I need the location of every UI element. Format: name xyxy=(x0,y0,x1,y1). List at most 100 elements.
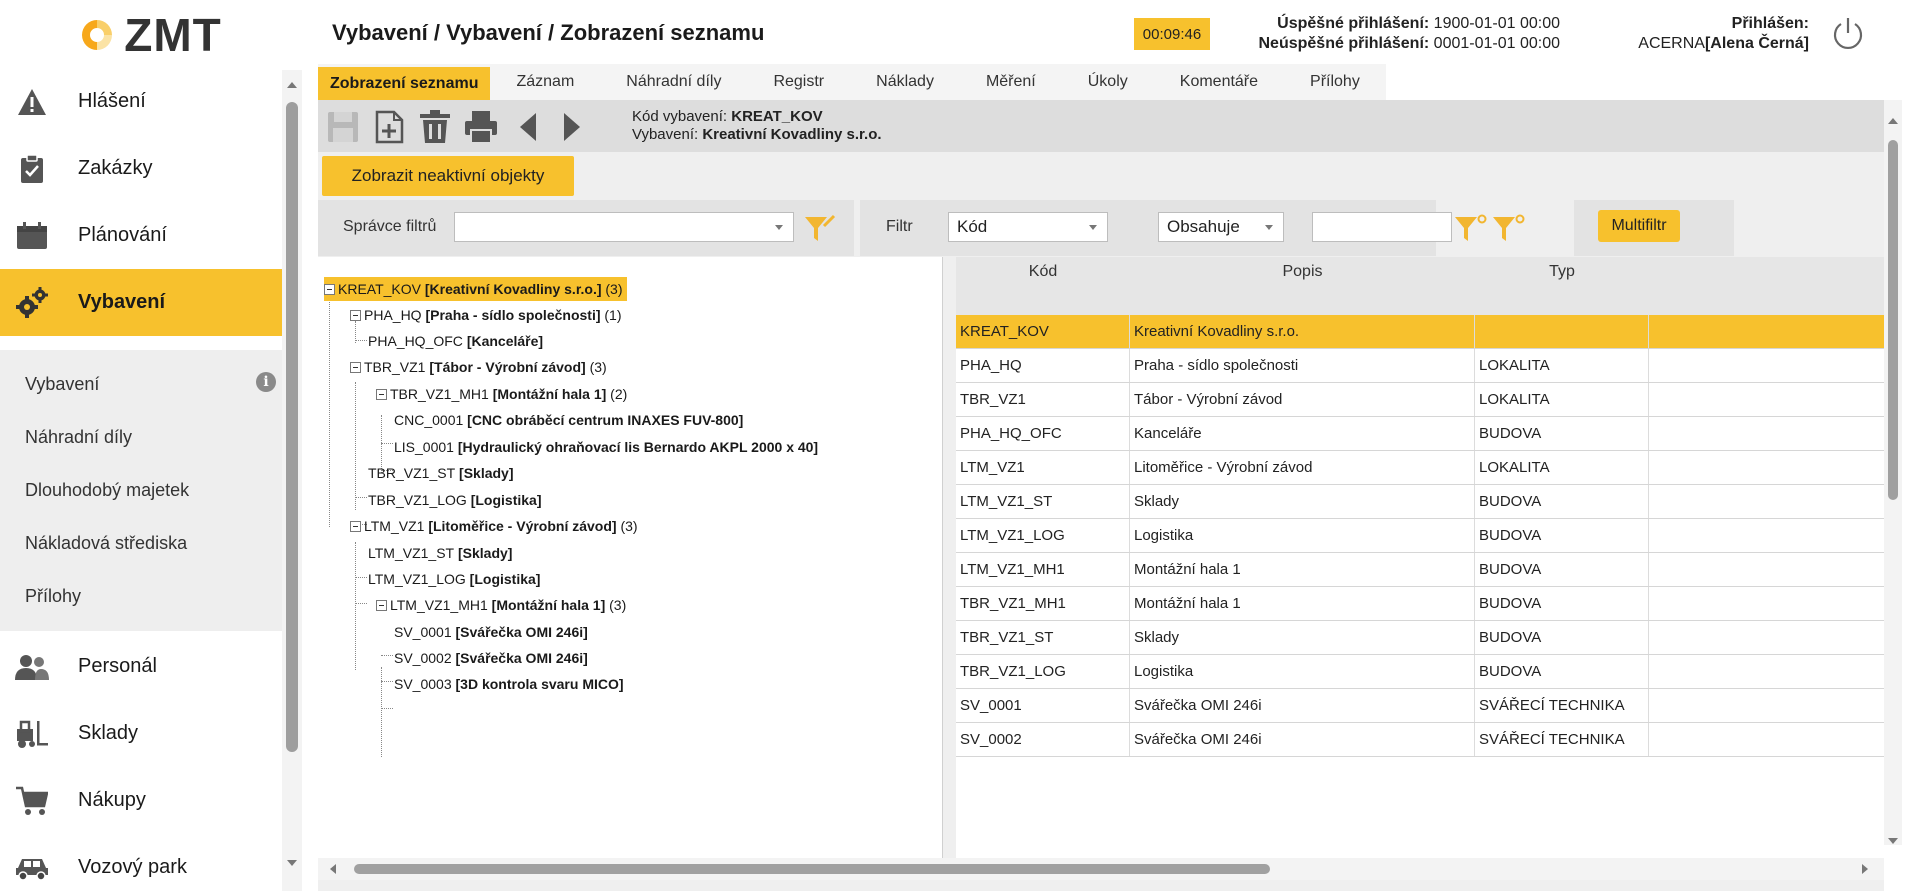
sidebar-item-sklady[interactable]: Sklady xyxy=(0,700,282,767)
sidebar-scroll-thumb[interactable] xyxy=(286,102,298,752)
filter-manager-select[interactable] xyxy=(454,212,794,242)
table-row[interactable]: LTM_VZ1_LOG Logistika BUDOVA xyxy=(956,519,1884,553)
tree-node[interactable]: LTM_VZ1_LOG [Logistika] xyxy=(368,567,540,591)
tree-node[interactable]: TBR_VZ1_LOG [Logistika] xyxy=(368,488,542,512)
tree-node[interactable]: TBR_VZ1 [Tábor - Výrobní závod] (3) xyxy=(350,355,607,379)
table-row[interactable]: TBR_VZ1_LOG Logistika BUDOVA xyxy=(956,655,1884,689)
clear-filter-icon[interactable] xyxy=(1492,214,1526,244)
filter-icon[interactable] xyxy=(804,214,836,244)
table-row[interactable]: LTM_VZ1_ST Sklady BUDOVA xyxy=(956,485,1884,519)
scroll-up-icon[interactable] xyxy=(1888,118,1898,124)
vertical-scroll-thumb[interactable] xyxy=(1888,140,1898,500)
collapse-icon[interactable] xyxy=(350,309,361,321)
table-row[interactable]: KREAT_KOV Kreativní Kovadliny s.r.o. xyxy=(956,315,1884,349)
tree-node[interactable]: LTM_VZ1_MH1 [Montážní hala 1] (3) xyxy=(376,593,626,617)
sidebar-item-zakazky[interactable]: Zakázky xyxy=(0,135,282,202)
table-row[interactable]: LTM_VZ1 Litoměřice - Výrobní závod LOKALIT… xyxy=(956,451,1884,485)
tree-node[interactable]: PHA_HQ [Praha - sídlo společnosti] (1) xyxy=(350,303,622,327)
header: Vybavení / Vybavení / Zobrazení seznamu … xyxy=(302,0,1920,64)
table-row[interactable]: SV_0002 Svářečka OMI 246i SVÁŘECÍ TECHNIKA xyxy=(956,723,1884,757)
tab-naklady[interactable]: Náklady xyxy=(850,64,960,100)
data-grid: Kód Popis Typ KREAT_KOV Kreativní Kovadli… xyxy=(956,257,1884,873)
table-row[interactable]: TBR_VZ1 Tábor - Výrobní závod LOKALITA xyxy=(956,383,1884,417)
tree-node[interactable]: LTM_VZ1 [Litoměřice - Výrobní závod] (3) xyxy=(350,514,638,538)
table-row[interactable]: LTM_VZ1_MH1 Montážní hala 1 BUDOVA xyxy=(956,553,1884,587)
tree-node[interactable]: KREAT_KOV [Kreativní Kovadliny s.r.o.] (… xyxy=(324,277,627,301)
tab-prilohy[interactable]: Přílohy xyxy=(1284,64,1386,100)
column-header-popis[interactable]: Popis xyxy=(1130,263,1475,281)
next-icon[interactable] xyxy=(554,110,588,144)
sidebar-item-hlaseni[interactable]: Hlášení xyxy=(0,68,282,135)
tree-node-name: [Sklady] xyxy=(458,545,513,561)
submenu-item-vybaveni[interactable]: Vybavení i xyxy=(0,358,282,411)
gears-icon xyxy=(12,283,52,323)
sidebar-item-vozovy-park[interactable]: Vozový park xyxy=(0,834,282,891)
add-document-icon[interactable] xyxy=(372,110,406,144)
tree-node[interactable]: SV_0001 [Svářečka OMI 246i] xyxy=(394,620,588,644)
table-cell: TBR_VZ1_ST xyxy=(956,621,1130,654)
table-row[interactable]: SV_0001 Svářečka OMI 246i SVÁŘECÍ TECHNIKA xyxy=(956,689,1884,723)
submenu-item-prilohy[interactable]: Přílohy xyxy=(0,570,282,623)
scroll-left-icon[interactable] xyxy=(330,864,336,874)
show-inactive-button[interactable]: Zobrazit neaktivní objekty xyxy=(322,156,574,196)
delete-icon[interactable] xyxy=(418,110,452,144)
tab-registr[interactable]: Registr xyxy=(747,64,850,100)
tree-node[interactable]: SV_0003 [3D kontrola svaru MICO] xyxy=(394,672,624,696)
sidebar-item-planovani[interactable]: Plánování xyxy=(0,202,282,269)
tree-node[interactable]: LIS_0001 [Hydraulický ohraňovací lis Ber… xyxy=(394,435,818,459)
previous-icon[interactable] xyxy=(512,110,546,144)
tree-node[interactable]: TBR_VZ1_MH1 [Montážní hala 1] (2) xyxy=(376,382,627,406)
table-row[interactable]: PHA_HQ_OFC Kanceláře BUDOVA xyxy=(956,417,1884,451)
submenu-item-dlouhodoby-majetek[interactable]: Dlouhodobý majetek xyxy=(0,464,282,517)
collapse-icon[interactable] xyxy=(376,388,387,400)
scroll-up-icon[interactable] xyxy=(287,82,297,88)
table-cell-empty xyxy=(1649,655,1884,688)
print-icon[interactable] xyxy=(464,110,498,144)
tree-node[interactable]: SV_0002 [Svářečka OMI 246i] xyxy=(394,646,588,670)
scroll-down-icon[interactable] xyxy=(1888,838,1898,844)
sidebar-item-nakupy[interactable]: Nákupy xyxy=(0,767,282,834)
table-cell: Sklady xyxy=(1130,485,1475,518)
horizontal-scrollbar[interactable] xyxy=(318,858,1884,880)
save-icon[interactable] xyxy=(326,110,360,144)
sidebar-item-personal[interactable]: Personál xyxy=(0,633,282,700)
logo[interactable]: ZMT xyxy=(0,0,302,70)
table-row[interactable]: PHA_HQ Praha - sídlo společnosti LOKALITA xyxy=(956,349,1884,383)
sidebar-scrollbar[interactable] xyxy=(282,70,302,891)
filter-field-select[interactable]: Kód xyxy=(948,212,1108,242)
tab-mereni[interactable]: Měření xyxy=(960,64,1062,100)
tree-node-name: [3D kontrola svaru MICO] xyxy=(455,676,624,692)
tree-node[interactable]: TBR_VZ1_ST [Sklady] xyxy=(368,461,514,485)
logout-button[interactable] xyxy=(1830,16,1866,52)
tree-node[interactable]: PHA_HQ_OFC [Kanceláře] xyxy=(368,329,543,353)
collapse-icon[interactable] xyxy=(376,599,387,611)
filter-operator-select[interactable]: Obsahuje xyxy=(1158,212,1284,242)
collapse-icon[interactable] xyxy=(350,520,361,532)
table-row[interactable]: TBR_VZ1_MH1 Montážní hala 1 BUDOVA xyxy=(956,587,1884,621)
horizontal-scroll-thumb[interactable] xyxy=(354,864,1270,874)
sidebar-item-vybaveni[interactable]: Vybavení xyxy=(0,269,282,336)
tab-ukoly[interactable]: Úkoly xyxy=(1062,64,1154,100)
tree-node[interactable]: CNC_0001 [CNC obráběcí centrum INAXES FU… xyxy=(394,408,743,432)
tab-zobrazeni-seznamu[interactable]: Zobrazení seznamu xyxy=(318,67,491,100)
tree-node[interactable]: LTM_VZ1_ST [Sklady] xyxy=(368,541,512,565)
scroll-down-icon[interactable] xyxy=(287,860,297,866)
table-cell: Sklady xyxy=(1130,621,1475,654)
info-icon[interactable]: i xyxy=(256,372,276,392)
apply-filter-icon[interactable] xyxy=(1454,214,1488,244)
submenu-item-nahradni-dily[interactable]: Náhradní díly xyxy=(0,411,282,464)
collapse-icon[interactable] xyxy=(350,361,361,373)
record-equipment-label: Vybavení: xyxy=(632,126,699,143)
collapse-icon[interactable] xyxy=(324,283,335,295)
table-row[interactable]: TBR_VZ1_ST Sklady BUDOVA xyxy=(956,621,1884,655)
tab-zaznam[interactable]: Záznam xyxy=(490,64,600,100)
column-header-kod[interactable]: Kód xyxy=(956,263,1130,281)
tab-komentare[interactable]: Komentáře xyxy=(1154,64,1284,100)
column-header-typ[interactable]: Typ xyxy=(1475,263,1649,281)
tab-nahradni-dily[interactable]: Náhradní díly xyxy=(600,64,747,100)
submenu-item-nakladova-strediska[interactable]: Nákladová střediska xyxy=(0,517,282,570)
vertical-scrollbar[interactable] xyxy=(1884,100,1902,845)
scroll-right-icon[interactable] xyxy=(1862,864,1868,874)
multifilter-button[interactable]: Multifiltr xyxy=(1598,210,1680,242)
filter-text-input[interactable] xyxy=(1312,212,1452,242)
